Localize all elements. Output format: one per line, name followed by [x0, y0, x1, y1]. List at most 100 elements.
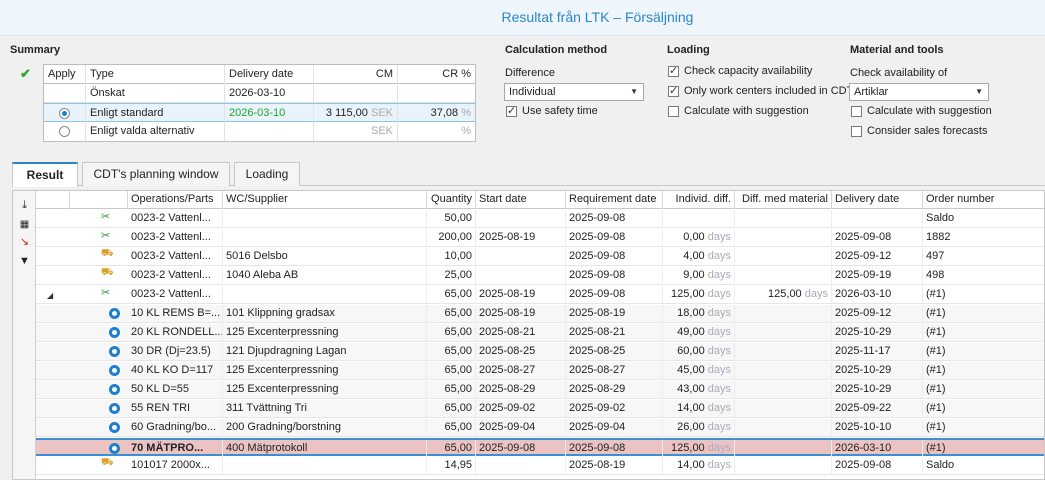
apply-radio[interactable] [59, 126, 70, 137]
col-order: Order number [926, 193, 995, 205]
cell-value: 498 [926, 269, 945, 281]
col-diff-material: Diff. med material [735, 191, 832, 209]
collapse-icon[interactable]: ⤓ [18, 199, 31, 212]
tab-result[interactable]: Result [12, 162, 78, 187]
table-row[interactable]: 20 KL RONDELL... 125 Excenterpressning 65,… [36, 324, 1044, 342]
cell-req: 2025-08-19 [566, 305, 663, 323]
cell-start: 2025-09-08 [476, 440, 566, 458]
tab-planning-window[interactable]: CDT's planning window [82, 162, 230, 186]
cell-req: 2025-09-04 [566, 419, 663, 437]
cell-start: 2025-08-25 [476, 343, 566, 361]
chevron-down-icon: ▼ [630, 87, 638, 96]
cell-value: (#1) [926, 326, 946, 338]
table-row[interactable]: ⛟ 101017 2000x... 14,95 2025-08-19 14,00 day… [36, 457, 1044, 475]
operation-icon [109, 327, 120, 338]
cell-diff: 9,00 days [663, 267, 735, 285]
cell-start: 2025-08-29 [476, 381, 566, 399]
cell-diffmat [735, 362, 832, 380]
table-row[interactable]: ◢ ✂ 0023-2 Vattenl... 65,00 2025-08-19 2025-0… [36, 286, 1044, 304]
manufacture-icon: ✂ [101, 230, 111, 242]
cell-req: 2025-08-29 [566, 381, 663, 399]
cell-op: 40 KL KO D=117 [128, 362, 223, 380]
cell-start [476, 457, 566, 475]
cell-value: 101 Klippning gradsax [226, 307, 335, 319]
calendar-icon[interactable]: ▦ [18, 218, 31, 231]
cell-value: 60 Gradning/bo... [131, 421, 217, 433]
filter-icon[interactable]: ▼ [18, 255, 31, 268]
cell-op: 0023-2 Vattenl... [128, 267, 223, 285]
only-wc-checkbox[interactable] [668, 84, 679, 97]
difference-label: Difference [505, 67, 555, 79]
summary-type: Enligt standard [86, 104, 225, 123]
cell-value: (#1) [926, 402, 946, 414]
cell-req: 2025-09-08 [566, 210, 663, 228]
cell-diff: 49,00 days [663, 324, 735, 342]
safety-time-checkbox[interactable] [506, 104, 517, 117]
summary-row[interactable]: Enligt valda alternativ SEK % [44, 122, 475, 141]
cell-req: 2025-08-27 [566, 362, 663, 380]
forecasts-label: Consider sales forecasts [867, 125, 988, 137]
cell-op: 101017 2000x... [128, 457, 223, 475]
cell-diff: 26,00 days [663, 419, 735, 437]
cell-value: 5016 Delsbo [226, 250, 288, 262]
cell-value: 65,00 [444, 326, 472, 338]
table-row[interactable]: 50 KL D=55 125 Excenterpressning 65,00 2025… [36, 381, 1044, 399]
cell-value: 45,00 [677, 364, 705, 376]
loading-suggestion-label: Calculate with suggestion [684, 105, 809, 117]
material-suggestion-checkbox[interactable] [851, 106, 862, 117]
operation-icon [109, 346, 120, 357]
table-row[interactable]: 70 MÄTPRO... 400 Mätprotokoll 65,00 2025-09… [36, 438, 1044, 458]
cell-value: 2026-03-10 [835, 288, 892, 300]
difference-select[interactable]: Individual ▼ [504, 83, 644, 101]
cell-delivery: 2025-09-12 [832, 305, 923, 323]
cell-value: 2025-08-29 [479, 383, 536, 395]
check-availability-label: Check availability of [850, 67, 948, 79]
cell-value: 26,00 [677, 421, 705, 433]
cell-value: 40 KL KO D=117 [131, 364, 214, 376]
alert-icon[interactable]: ↘ [18, 236, 31, 249]
cell-op: 10 KL REMS B=... [128, 305, 223, 323]
cell-order: (#1) [923, 343, 1044, 361]
cell-value: (#1) [926, 383, 946, 395]
col-delivery: Delivery date [832, 191, 923, 209]
cell-order: 1882 [923, 229, 1044, 247]
table-row[interactable]: 30 DR (Dj=23.5) 121 Djupdragning Lagan 65,… [36, 343, 1044, 361]
table-row[interactable]: ⛟ 0023-2 Vattenl... 1040 Aleba AB 25,00 2025… [36, 267, 1044, 285]
table-row[interactable]: ✂ 0023-2 Vattenl... 200,00 2025-08-19 2025-0… [36, 229, 1044, 247]
cell-value: 2025-08-19 [569, 307, 626, 319]
cell-req: 2025-09-08 [566, 248, 663, 266]
cell-value: 18,00 [677, 307, 705, 319]
table-row[interactable]: ⛟ 0023-2 Vattenl... 5016 Delsbo 10,00 2025-0… [36, 248, 1044, 266]
summary-row[interactable]: Enligt standard 2026-03-10 3 115,00 SEK … [44, 103, 475, 123]
table-row[interactable]: 55 REN TRI 311 Tvättning Tri 65,00 2025-09-… [36, 400, 1044, 418]
availability-select[interactable]: Artiklar ▼ [849, 83, 989, 101]
tab-loading[interactable]: Loading [234, 162, 300, 186]
expand-icon[interactable]: ◢ [47, 291, 53, 300]
table-row[interactable]: 60 Gradning/bo... 200 Gradning/borstning 6… [36, 419, 1044, 437]
cell-diffmat [735, 324, 832, 342]
table-row[interactable]: 10 KL REMS B=... 101 Klippning gradsax 65,… [36, 305, 1044, 323]
cell-value: 2025-08-19 [569, 459, 626, 471]
purchase-icon: ⛟ [101, 248, 114, 259]
material-suggestion-label: Calculate with suggestion [867, 105, 992, 117]
cell-req: 2025-08-25 [566, 343, 663, 361]
cell-order: (#1) [923, 419, 1044, 437]
table-row[interactable]: 40 KL KO D=117 125 Excenterpressning 65,00… [36, 362, 1044, 380]
check-capacity-label: Check capacity availability [684, 65, 813, 77]
cell-value: 1040 Aleba AB [226, 269, 299, 281]
apply-radio[interactable] [59, 108, 70, 119]
cell-order: (#1) [923, 305, 1044, 323]
cell-value: 2025-09-12 [835, 250, 892, 262]
cell-start: 2025-08-19 [476, 229, 566, 247]
cell-start [476, 267, 566, 285]
cell-req: 2025-09-08 [566, 286, 663, 304]
table-row[interactable]: ✂ 0023-2 Vattenl... 50,00 2025-09-08 Saldo [36, 210, 1044, 228]
summary-row: Önskat 2026-03-10 [44, 84, 475, 103]
forecasts-checkbox[interactable] [851, 126, 862, 137]
days-unit: days [707, 421, 731, 433]
check-capacity-checkbox[interactable] [668, 64, 679, 77]
loading-suggestion-checkbox[interactable] [668, 106, 679, 117]
material-title: Material and tools [850, 44, 944, 56]
cell-delivery: 2026-03-10 [832, 440, 923, 458]
cell-diff: 60,00 days [663, 343, 735, 361]
